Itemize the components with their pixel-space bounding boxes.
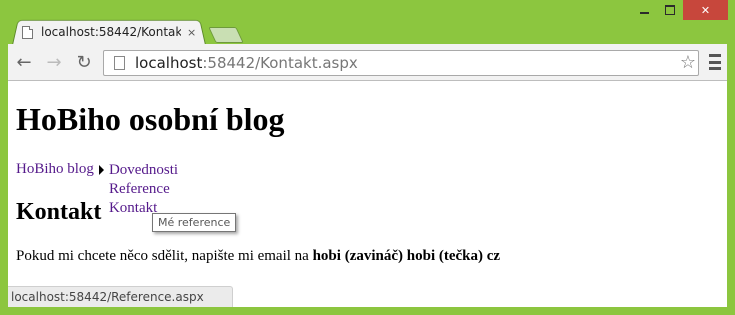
tab-close-icon[interactable]: × [187, 26, 196, 39]
menu-link-reference[interactable]: Reference [109, 180, 178, 199]
maximize-button[interactable] [657, 0, 683, 20]
forward-button[interactable]: → [42, 50, 66, 74]
page-heading: Kontakt [16, 199, 102, 225]
contact-email: hobi (zavináč) hobi (tečka) cz [312, 248, 501, 264]
url-path: :58442/Kontakt.aspx [202, 54, 358, 72]
bookmark-star-icon[interactable]: ☆ [680, 51, 696, 75]
maximize-icon [665, 5, 675, 15]
page-viewport: HoBiho osobní blog HoBiho blog Dovednost… [8, 81, 727, 307]
minimize-icon [639, 12, 649, 14]
status-bar: localhost:58442/Reference.aspx [8, 286, 233, 307]
close-window-button[interactable]: ✕ [683, 0, 728, 20]
menu-link-dovednosti[interactable]: Dovednosti [109, 161, 178, 180]
forward-arrow-icon: → [46, 51, 62, 73]
browser-toolbar: ← → ↻ localhost:58442/Kontakt.aspx ☆ [8, 44, 727, 81]
contact-text: Pokud mi chcete něco sdělit, napište mi … [16, 248, 313, 264]
tab-content[interactable]: localhost:58442/Kontakt.a × [22, 22, 200, 42]
minimize-button[interactable] [631, 0, 657, 20]
close-icon: ✕ [700, 3, 711, 17]
tab-title: localhost:58442/Kontakt.a [41, 25, 181, 39]
document-icon [22, 25, 33, 39]
back-arrow-icon: ← [16, 51, 32, 73]
new-tab-button[interactable] [208, 27, 244, 43]
link-tooltip: Mé reference [152, 213, 237, 232]
reload-icon: ↻ [76, 51, 92, 73]
menu-icon[interactable] [709, 54, 721, 70]
reload-button[interactable]: ↻ [72, 50, 96, 74]
address-bar[interactable]: localhost:58442/Kontakt.aspx ☆ [103, 50, 699, 76]
breadcrumb-submenu: Dovednosti Reference Kontakt [109, 161, 178, 218]
contact-paragraph: Pokud mi chcete něco sdělit, napište mi … [16, 248, 500, 265]
breadcrumb-arrow-icon [98, 165, 104, 175]
site-title: HoBiho osobní blog [16, 101, 285, 137]
window-controls: ✕ [631, 0, 728, 20]
page-icon [114, 56, 125, 70]
back-button[interactable]: ← [12, 50, 36, 74]
url-host: localhost [135, 54, 203, 72]
browser-window: ✕ localhost:58442/Kontakt.a × ← → ↻ loca… [0, 0, 735, 315]
